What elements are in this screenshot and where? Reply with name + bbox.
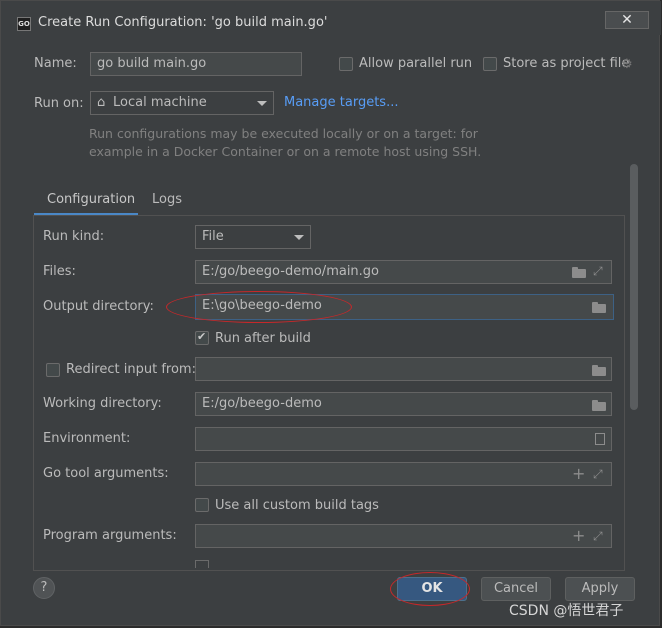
help-button[interactable]: ? (33, 577, 55, 599)
tab-configuration[interactable]: Configuration (47, 192, 135, 207)
title-bar: GO Create Run Configuration: 'go build m… (1, 1, 661, 35)
program-arguments-label: Program arguments: (43, 528, 177, 543)
run-on-value: Local machine (113, 95, 207, 110)
edit-environment-icon[interactable] (595, 433, 605, 445)
expand-icon[interactable]: ⤢ (593, 265, 605, 277)
expand-icon[interactable]: ⤢ (593, 468, 605, 480)
folder-icon[interactable] (592, 365, 606, 376)
gear-icon[interactable]: ⚙ (621, 57, 633, 72)
run-on-hint-line-2: example in a Docker Container or on a re… (89, 144, 482, 159)
output-directory-label: Output directory: (43, 299, 154, 314)
working-directory-label: Working directory: (43, 396, 162, 411)
add-icon[interactable]: + (572, 528, 585, 544)
store-project-label: Store as project file (503, 56, 630, 71)
allow-parallel-label: Allow parallel run (359, 56, 473, 71)
program-arguments-field[interactable] (195, 524, 612, 548)
annotation-ellipse (166, 291, 352, 323)
go-tool-arguments-field[interactable] (195, 462, 612, 486)
vertical-scrollbar[interactable] (630, 164, 638, 410)
folder-icon[interactable] (592, 302, 606, 313)
folder-icon[interactable] (592, 400, 606, 411)
custom-build-tags-label: Use all custom build tags (215, 498, 379, 513)
annotation-ellipse (390, 572, 470, 606)
environment-label: Environment: (43, 431, 131, 446)
dialog-window: GO Create Run Configuration: 'go build m… (0, 0, 661, 626)
files-field[interactable]: E:/go/beego-demo/main.go (195, 260, 612, 284)
files-label: Files: (43, 264, 76, 279)
store-project-checkbox[interactable] (483, 57, 497, 71)
apply-button[interactable]: Apply (565, 577, 635, 601)
working-directory-field[interactable]: E:/go/beego-demo (195, 392, 612, 416)
cancel-button[interactable]: Cancel (481, 577, 551, 601)
allow-parallel-checkbox[interactable] (339, 57, 353, 71)
chevron-down-icon (294, 235, 304, 240)
folder-icon[interactable] (572, 267, 586, 278)
go-tool-arguments-label: Go tool arguments: (43, 466, 169, 481)
dialog-title: Create Run Configuration: 'go build main… (38, 15, 328, 30)
name-label: Name: (34, 56, 77, 71)
watermark-text: CSDN @悟世君子 (509, 603, 624, 619)
close-button[interactable]: ✕ (605, 11, 649, 29)
run-kind-label: Run kind: (43, 229, 105, 244)
clipped-checkbox (195, 560, 209, 568)
add-icon[interactable]: + (572, 466, 585, 482)
run-after-build-checkbox[interactable] (195, 330, 209, 345)
environment-field[interactable] (195, 427, 612, 451)
tab-logs[interactable]: Logs (152, 192, 182, 207)
run-on-hint-line-1: Run configurations may be executed local… (89, 126, 478, 141)
expand-icon[interactable]: ⤢ (593, 530, 605, 542)
custom-build-tags-checkbox[interactable] (195, 498, 209, 512)
chevron-down-icon (257, 101, 267, 106)
run-on-label: Run on: (34, 96, 84, 111)
run-kind-value: File (202, 229, 224, 244)
manage-targets-link[interactable]: Manage targets... (284, 95, 398, 110)
working-directory-value: E:/go/beego-demo (202, 396, 322, 411)
redirect-input-label: Redirect input from: (66, 362, 196, 377)
files-value: E:/go/beego-demo/main.go (202, 264, 380, 279)
name-field[interactable]: go build main.go (90, 52, 302, 76)
run-kind-select[interactable]: File (195, 225, 311, 249)
run-after-build-label: Run after build (215, 331, 311, 346)
run-on-select[interactable]: ⌂ Local machine (90, 91, 274, 115)
home-icon: ⌂ (97, 95, 106, 110)
goland-app-icon: GO (17, 17, 31, 31)
redirect-input-field[interactable] (195, 357, 612, 381)
redirect-input-checkbox[interactable] (46, 363, 60, 377)
